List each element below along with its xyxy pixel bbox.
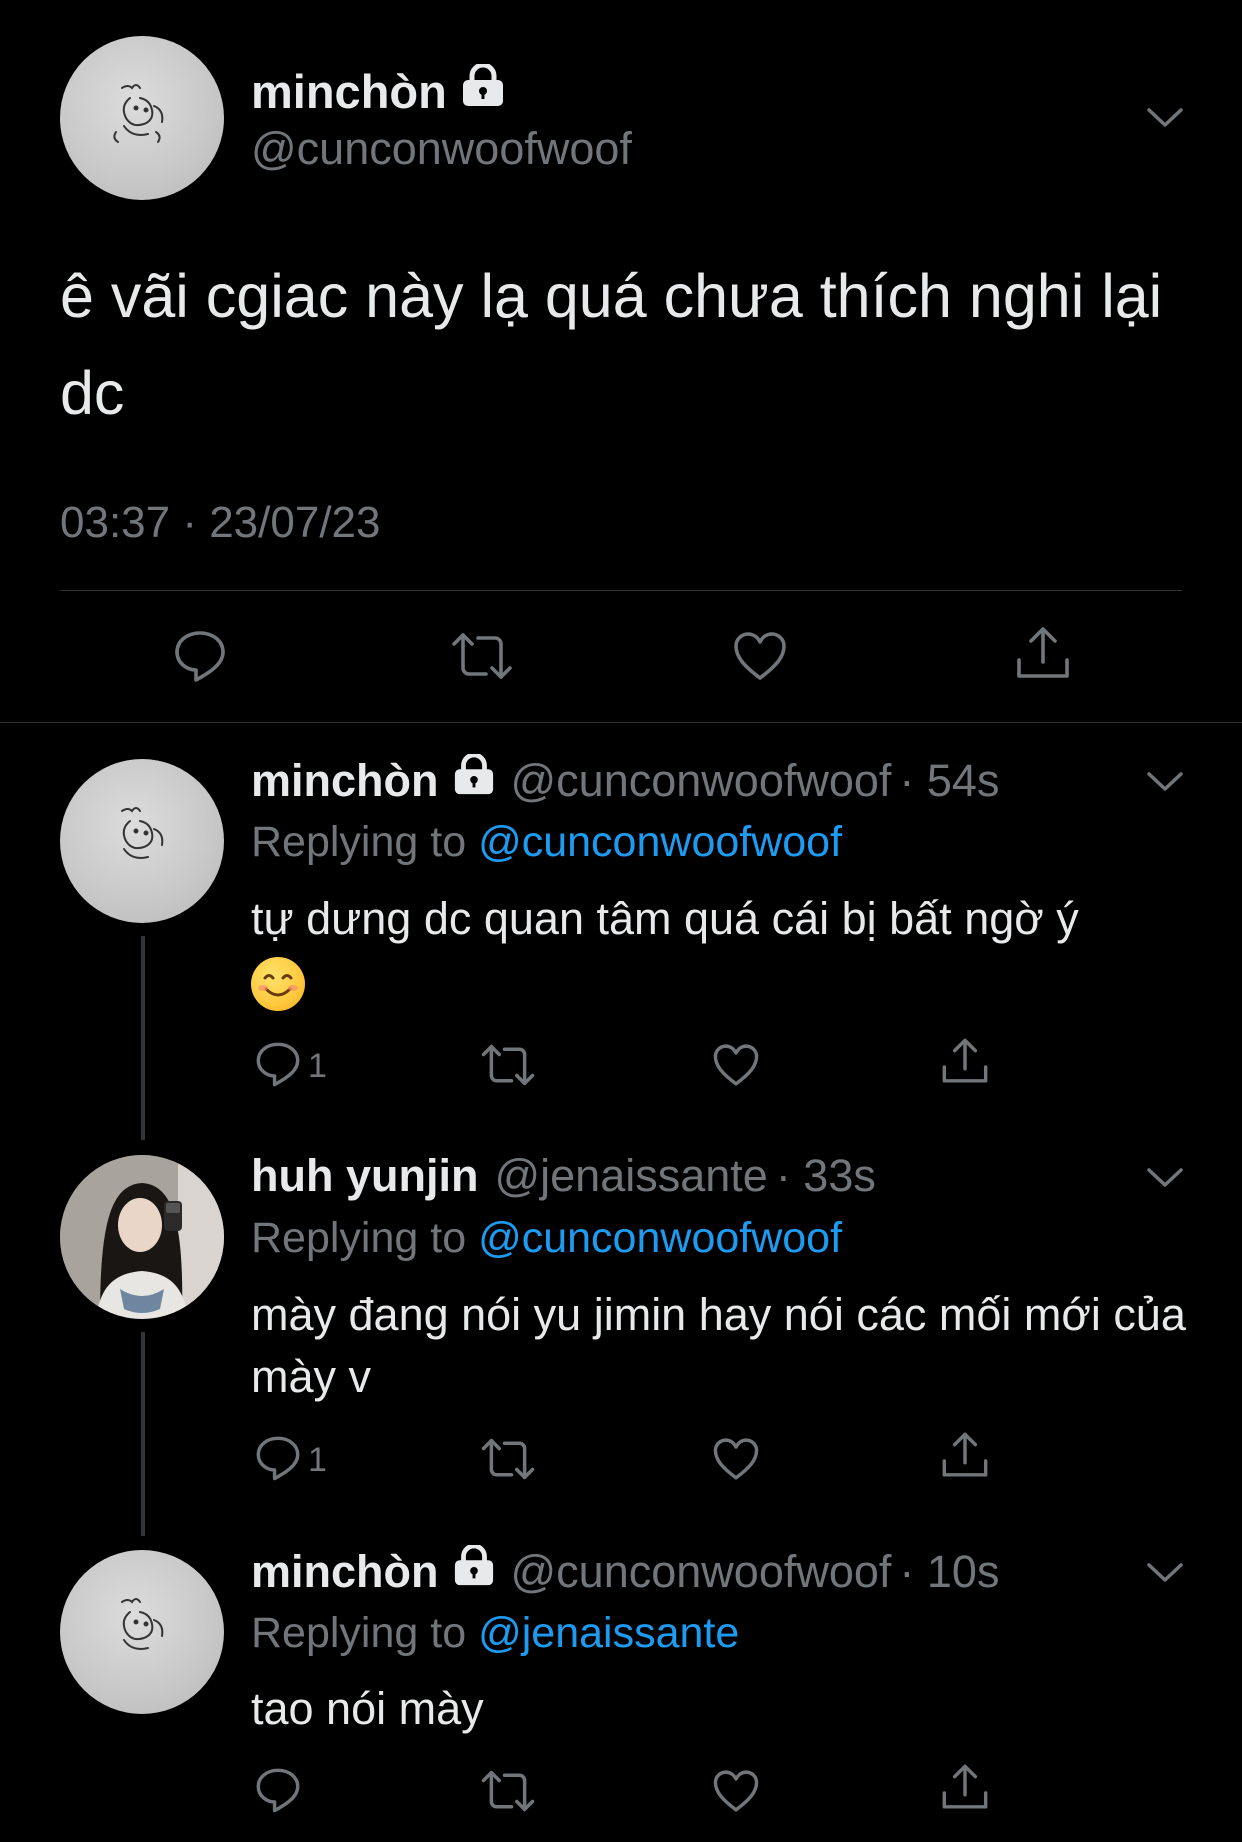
like-button[interactable] bbox=[712, 1436, 760, 1487]
chevron-down-icon[interactable] bbox=[1146, 770, 1184, 799]
speech-bubble-icon bbox=[254, 1434, 302, 1487]
share-button[interactable] bbox=[940, 1762, 990, 1817]
replying-to: Replying to @cunconwoofwoof bbox=[251, 1214, 842, 1263]
lock-icon bbox=[453, 1543, 495, 1598]
author-name[interactable]: minchòn bbox=[251, 64, 447, 119]
share-icon bbox=[1014, 624, 1072, 687]
share-icon bbox=[940, 1762, 990, 1817]
like-button[interactable] bbox=[712, 1042, 760, 1093]
retweet-icon bbox=[480, 1768, 536, 1819]
heart-icon bbox=[712, 1436, 760, 1487]
thread-connector bbox=[141, 1332, 145, 1536]
speech-bubble-icon bbox=[254, 1040, 302, 1093]
heart-icon bbox=[732, 630, 788, 687]
reply-time[interactable]: · 10s bbox=[899, 1546, 999, 1598]
chevron-down-icon[interactable] bbox=[1146, 1166, 1184, 1195]
like-button[interactable] bbox=[712, 1768, 760, 1819]
reply-text: tự dưng dc quan tâm quá cái bị bất ngờ ý bbox=[251, 888, 1191, 1012]
replying-to-link[interactable]: @jenaissante bbox=[478, 1609, 739, 1657]
reply-header: minchòn @cunconwoofwoof · 54s bbox=[251, 752, 999, 807]
reply-count: 1 bbox=[308, 1047, 327, 1085]
avatar[interactable] bbox=[60, 1550, 224, 1714]
sketch-avatar-icon bbox=[113, 84, 164, 143]
speech-bubble-icon bbox=[172, 628, 228, 689]
replying-to-link[interactable]: @cunconwoofwoof bbox=[478, 1214, 842, 1262]
author-name-row: minchòn bbox=[251, 62, 505, 119]
reply-button[interactable]: 1 bbox=[254, 1040, 327, 1093]
avatar[interactable] bbox=[60, 36, 224, 200]
share-button[interactable] bbox=[940, 1036, 990, 1091]
author-handle-row: @cunconwoofwoof bbox=[251, 123, 632, 175]
lock-icon bbox=[453, 752, 495, 807]
chevron-down-icon[interactable] bbox=[1146, 1561, 1184, 1590]
reply-header: huh yunjin @jenaissante · 33s bbox=[251, 1150, 876, 1202]
avatar[interactable] bbox=[60, 759, 224, 923]
reply-text-content: tự dưng dc quan tâm quá cái bị bất ngờ ý bbox=[251, 893, 1079, 944]
reply-text: mày đang nói yu jimin hay nói các mối mớ… bbox=[251, 1289, 1186, 1402]
author-handle[interactable]: @jenaissante bbox=[494, 1150, 767, 1202]
reply-text: tao nói mày bbox=[251, 1683, 484, 1734]
author-name[interactable]: minchòn bbox=[251, 1546, 439, 1598]
smiling-face-emoji-icon bbox=[251, 957, 305, 1012]
reply-time[interactable]: · 54s bbox=[899, 755, 999, 807]
tweet-timestamp[interactable]: 03:37 · 23/07/23 bbox=[60, 498, 380, 548]
reply-header: minchòn @cunconwoofwoof · 10s bbox=[251, 1543, 999, 1598]
reply-time[interactable]: · 33s bbox=[776, 1150, 876, 1202]
replying-to: Replying to @jenaissante bbox=[251, 1609, 739, 1658]
reply-button[interactable]: 1 bbox=[254, 1434, 327, 1487]
reply-button[interactable] bbox=[254, 1766, 308, 1819]
replying-to-link[interactable]: @cunconwoofwoof bbox=[478, 818, 842, 866]
tweet-text: ê vãi cgiac này lạ quá chưa thích nghi l… bbox=[60, 262, 1163, 427]
retweet-button[interactable] bbox=[480, 1768, 536, 1819]
author-handle[interactable]: @cunconwoofwoof bbox=[251, 123, 632, 175]
sketch-avatar-icon bbox=[121, 1598, 164, 1650]
retweet-button[interactable] bbox=[480, 1436, 536, 1487]
reply-button[interactable] bbox=[172, 628, 228, 689]
replying-to: Replying to @cunconwoofwoof bbox=[251, 818, 842, 867]
lock-icon bbox=[461, 62, 505, 119]
share-icon bbox=[940, 1430, 990, 1485]
share-button[interactable] bbox=[940, 1430, 990, 1485]
retweet-button[interactable] bbox=[450, 630, 514, 687]
author-handle[interactable]: @cunconwoofwoof bbox=[511, 755, 892, 807]
sketch-avatar-icon bbox=[121, 807, 164, 859]
retweet-icon bbox=[480, 1042, 536, 1093]
avatar[interactable] bbox=[60, 1155, 224, 1319]
replying-label: Replying to bbox=[251, 1609, 479, 1657]
replying-label: Replying to bbox=[251, 1214, 479, 1262]
retweet-icon bbox=[480, 1436, 536, 1487]
divider bbox=[60, 590, 1182, 591]
author-name[interactable]: huh yunjin bbox=[251, 1150, 478, 1202]
author-handle[interactable]: @cunconwoofwoof bbox=[511, 1546, 892, 1598]
profile-photo-icon bbox=[60, 1155, 224, 1319]
retweet-button[interactable] bbox=[480, 1042, 536, 1093]
retweet-icon bbox=[450, 630, 514, 687]
speech-bubble-icon bbox=[254, 1766, 302, 1819]
author-name[interactable]: minchòn bbox=[251, 755, 439, 807]
chevron-down-icon[interactable] bbox=[1146, 106, 1184, 135]
share-button[interactable] bbox=[1014, 624, 1072, 687]
main-tweet: minchòn @cunconwoofwoof ê vãi cgiac này … bbox=[0, 0, 1242, 723]
heart-icon bbox=[712, 1768, 760, 1819]
share-icon bbox=[940, 1036, 990, 1091]
like-button[interactable] bbox=[732, 630, 788, 687]
replying-label: Replying to bbox=[251, 818, 479, 866]
thread-connector bbox=[141, 936, 145, 1140]
reply-count: 1 bbox=[308, 1441, 327, 1479]
heart-icon bbox=[712, 1042, 760, 1093]
